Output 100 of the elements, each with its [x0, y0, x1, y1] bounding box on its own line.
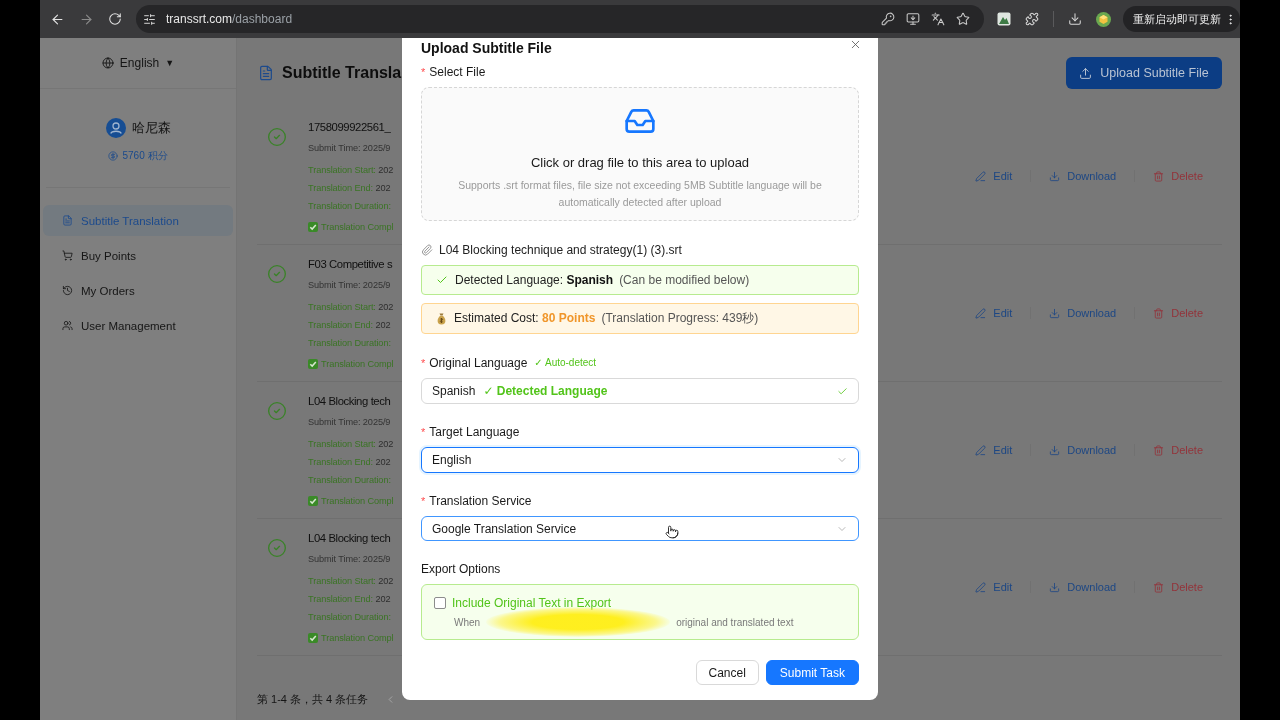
translation-duration: Translation Duration: — [308, 474, 392, 487]
user-name: 哈尼森 — [131, 119, 171, 137]
detected-language-label: ✓ Detected Language — [483, 384, 608, 398]
arrow-left-icon[interactable] — [50, 11, 65, 27]
translation-end: Translation End: 202 — [308, 182, 392, 195]
edit-link[interactable]: Edit — [975, 307, 1013, 319]
check-circle-icon — [267, 538, 287, 558]
option-description: original and translated text — [676, 616, 794, 628]
task-status: Translation Compl — [321, 496, 394, 506]
required-mark: * — [421, 424, 426, 440]
task-status: Translation Compl — [321, 633, 394, 643]
select-value: Google Translation Service — [432, 521, 577, 536]
star-icon[interactable] — [956, 12, 970, 26]
paperclip-icon — [421, 243, 433, 256]
pencil-icon — [975, 170, 987, 182]
download-link[interactable]: Download — [1049, 170, 1117, 182]
checkbox-label[interactable]: Include Original Text in Export — [452, 596, 612, 611]
required-mark: * — [421, 65, 426, 80]
auto-detect-hint: ✓ Auto-detect — [534, 356, 597, 371]
download-icon — [1049, 581, 1061, 593]
upload-icon — [1079, 66, 1093, 80]
submit-time: Submit Time: 2025/9 — [308, 142, 392, 155]
address-bar[interactable]: transsrt.com/dashboard — [136, 5, 984, 33]
checkbox-tick-icon — [308, 222, 318, 232]
edit-link[interactable]: Edit — [975, 581, 1013, 593]
circular-arrow-icon[interactable] — [108, 12, 122, 26]
sidebar-item[interactable]: User Management — [43, 310, 233, 341]
hand-cursor-icon — [665, 524, 679, 539]
task-status: Translation Compl — [321, 222, 394, 232]
alert-message: Detected Language: Spanish (Can be modified below) — [455, 273, 750, 288]
monitor-download-icon[interactable] — [906, 12, 920, 26]
download-link[interactable]: Download — [1049, 444, 1117, 456]
download-link[interactable]: Download — [1049, 307, 1117, 319]
task-status: Translation Compl — [321, 359, 394, 369]
select-field[interactable]: Google Translation Service — [421, 515, 859, 542]
pencil-icon — [975, 307, 987, 319]
task-title: L04 Blocking tech — [308, 394, 392, 409]
option-description: When — [454, 616, 481, 628]
clock-icon — [62, 285, 73, 296]
sidebar-item[interactable]: My Orders — [43, 275, 233, 306]
upload-hint: Supports .srt format files, file size not exceeding 5MB Subtitle language will be automatically detected after upload — [457, 178, 823, 210]
task-title: 1758099922561_ — [308, 120, 392, 135]
download-icon — [1049, 444, 1061, 456]
submit-button[interactable]: Submit Task — [765, 660, 859, 685]
upload-prompt: Click or drag file to this area to upload — [530, 154, 750, 172]
edit-link[interactable]: Edit — [975, 170, 1013, 182]
file-name: L04 Blocking technique and strategy(1) (3).srt — [439, 242, 682, 257]
required-mark: * — [421, 356, 426, 372]
check-icon — [837, 385, 848, 397]
document-icon — [258, 65, 274, 81]
translation-end: Translation End: 202 — [308, 319, 392, 332]
points-balance: 5760 积分 — [122, 149, 168, 163]
translation-start: Translation Start: 202 — [308, 164, 394, 177]
trash-icon — [1153, 444, 1165, 456]
key-icon[interactable] — [881, 12, 895, 26]
submit-time: Submit Time: 2025/9 — [308, 553, 392, 566]
sliders-icon[interactable] — [143, 12, 156, 26]
field-label: Target Language — [429, 423, 520, 440]
upload-dropzone[interactable]: Click or drag file to this area to upload Supports .srt format files, file size not exceeding 5MB Subtitle language will be automatically detected after upload — [421, 87, 859, 221]
close-icon[interactable] — [849, 38, 862, 51]
cancel-button[interactable]: Cancel — [695, 660, 759, 685]
arrow-right-icon[interactable] — [79, 11, 94, 27]
translation-duration: Translation Duration: — [308, 200, 392, 213]
check-circle-icon — [267, 127, 287, 147]
translation-duration: Translation Duration: — [308, 337, 392, 350]
field-label: Export Options — [421, 561, 501, 578]
puzzle-icon[interactable] — [1025, 12, 1039, 26]
task-title: F03 Competitive s — [308, 257, 394, 272]
check-circle-icon — [267, 264, 287, 284]
money-bag-icon — [436, 312, 447, 325]
required-mark: * — [421, 493, 426, 509]
submit-time: Submit Time: 2025/9 — [308, 416, 392, 429]
select-field[interactable]: English — [421, 446, 859, 473]
translate-icon[interactable] — [931, 12, 945, 26]
edit-link[interactable]: Edit — [975, 444, 1013, 456]
coin-icon — [108, 151, 119, 161]
language-caret[interactable]: ▼ — [165, 58, 175, 68]
users-icon — [62, 320, 73, 331]
avatar-icon — [105, 118, 126, 138]
upload-button[interactable]: Upload Subtitle File — [1066, 57, 1222, 89]
checkbox-tick-icon — [308, 359, 318, 369]
page-title: Subtitle Transla — [282, 64, 402, 82]
sidebar-item[interactable]: Buy Points — [43, 240, 233, 271]
translation-duration: Translation Duration: — [308, 611, 392, 624]
download-link[interactable]: Download — [1049, 581, 1117, 593]
task-title: L04 Blocking tech — [308, 531, 392, 546]
document-icon — [62, 215, 73, 226]
checkbox[interactable] — [434, 597, 446, 610]
cube-extension-icon[interactable] — [1096, 11, 1111, 27]
alert-message: Estimated Cost: 80 Points (Translation Progress: 439秒) — [454, 310, 759, 328]
dialog-title: Upload Subtitle File — [421, 39, 552, 58]
download-icon[interactable] — [1068, 12, 1082, 26]
select-field[interactable]: Spanish ✓ Detected Language — [421, 378, 859, 404]
translation-end: Translation End: 202 — [308, 593, 392, 606]
url-text: transsrt.com/dashboard — [166, 12, 293, 26]
trash-icon — [1153, 581, 1165, 593]
select-value: Spanish — [432, 384, 476, 398]
update-button[interactable]: 重新启动即可更新 — [1123, 6, 1240, 32]
language-selector[interactable]: English — [119, 56, 160, 70]
mountain-extension-icon[interactable] — [997, 12, 1011, 26]
